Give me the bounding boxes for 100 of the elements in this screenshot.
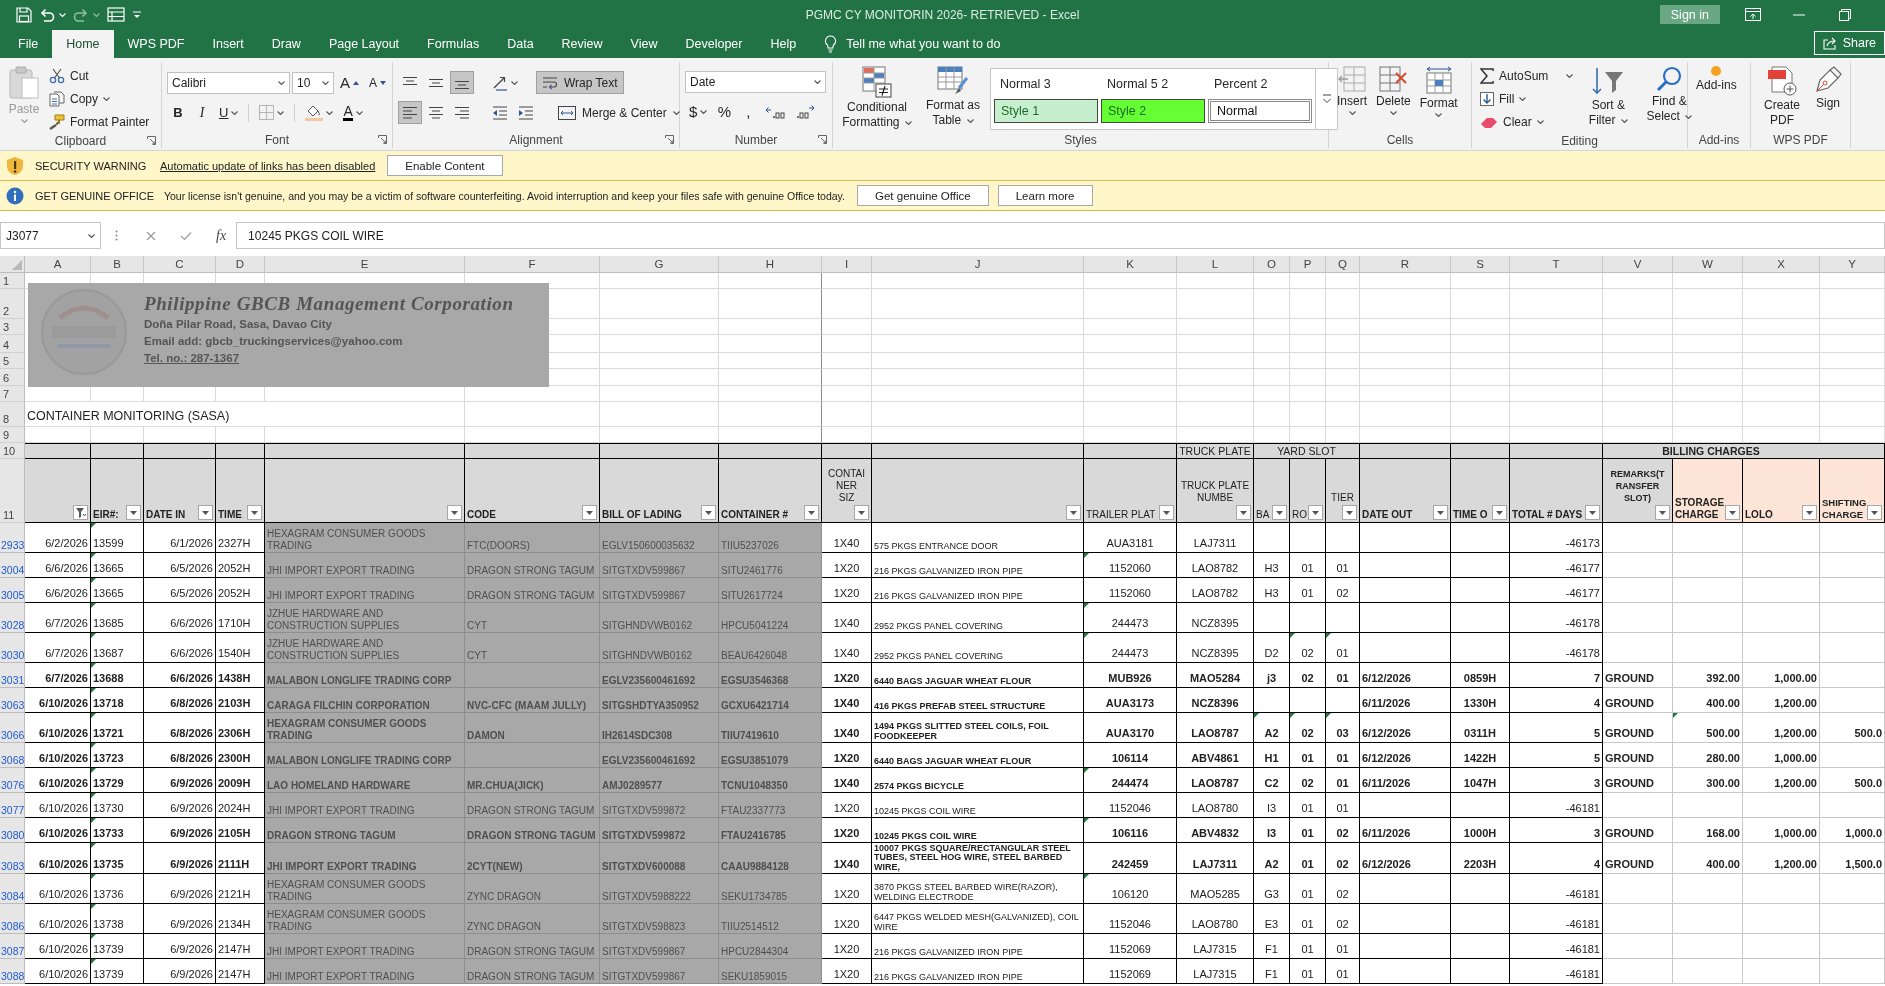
column-letter[interactable]: S [1451,256,1510,273]
row-number[interactable]: 3088 [0,959,25,985]
ribbon-tab[interactable]: View [616,30,672,58]
column-letter[interactable]: W [1673,256,1743,273]
row-number[interactable]: 5 [0,353,25,369]
row-number[interactable]: 4 [0,335,25,353]
column-letter[interactable]: F [465,256,600,273]
row-number[interactable]: 11 [0,459,25,523]
vertical-align-button[interactable] [450,71,474,94]
cell-style-button[interactable]: Percent 2 [1208,70,1312,97]
ribbon-tab[interactable]: WPS PDF [113,30,199,58]
row-number[interactable]: 3063 [0,688,25,713]
conditional-formatting-button[interactable]: Conditional Formatting [838,64,916,132]
share-button[interactable]: Share [1813,31,1885,55]
add-ins-button[interactable]: Add-ins [1693,64,1740,95]
currency-button[interactable]: $ [685,100,712,123]
clear-button[interactable]: Clear [1477,111,1577,133]
row-number[interactable]: 2 [0,289,25,319]
filter-button[interactable] [1725,505,1740,520]
column-letter[interactable]: P [1290,256,1326,273]
font-name-field[interactable]: Calibri [167,71,290,94]
filter-button[interactable] [1655,505,1670,520]
ribbon-tab[interactable]: File [4,30,53,58]
number-format-field[interactable]: Date [685,71,826,93]
insert-button[interactable]: Insert [1334,64,1370,117]
comma-style-button[interactable]: , [737,100,760,123]
cell-style-button[interactable]: Style 2 [1101,99,1205,123]
row-number[interactable]: 1 [0,273,25,289]
restore-icon[interactable] [1839,8,1851,21]
filter-button[interactable] [1342,505,1357,520]
launcher-icon[interactable] [665,135,674,144]
cut-button[interactable]: Cut [46,65,153,87]
bold-button[interactable]: B [167,101,189,124]
cell-style-button[interactable]: Normal 3 [994,70,1098,97]
row-number[interactable]: 6 [0,369,25,386]
launcher-icon[interactable] [818,135,827,144]
filter-button[interactable] [247,505,262,520]
filter-button[interactable] [1066,505,1081,520]
column-letter[interactable]: K [1084,256,1177,273]
row-number[interactable]: 3077 [0,793,25,818]
name-box[interactable]: J3077 [0,222,101,249]
customize-icon[interactable] [132,10,142,19]
row-number[interactable]: 8 [0,402,25,427]
ribbon-tab[interactable]: Draw [257,30,315,58]
filter-button[interactable] [1308,505,1323,520]
sort-filter-button[interactable]: Sort & Filter [1579,64,1638,130]
row-number[interactable]: 3066 [0,713,25,743]
cancel-icon[interactable] [146,230,156,241]
filter-button[interactable] [1433,505,1448,520]
cell-style-button[interactable]: Normal [1208,99,1312,123]
check-icon[interactable] [180,230,192,241]
ribbon-tab[interactable]: Data [493,30,548,58]
sign-button[interactable]: Sign [1811,64,1845,113]
column-letter[interactable]: X [1743,256,1820,273]
column-letter[interactable]: O [1254,256,1290,273]
filter-button[interactable] [1272,505,1287,520]
ribbon-tab[interactable]: Developer [671,30,757,58]
form-icon[interactable] [107,7,125,22]
ribbon-tab[interactable]: Insert [198,30,258,58]
filter-button[interactable] [1802,505,1817,520]
save-icon[interactable] [16,6,32,23]
ribbon-tab[interactable]: Help [756,30,811,58]
message-link[interactable]: Automatic update of links has been disabled [160,159,376,172]
create-pdf-button[interactable]: Create PDF [1756,64,1808,130]
column-letter[interactable]: B [91,256,144,273]
undo-icon[interactable] [39,7,55,22]
column-letter[interactable]: V [1603,256,1673,273]
underline-button[interactable]: U [215,101,243,124]
filter-button[interactable] [198,505,213,520]
tell-me-field[interactable]: Tell me what you want to do [846,37,1057,51]
filter-button[interactable] [447,505,462,520]
ribbon-tab[interactable]: Review [547,30,617,58]
row-number[interactable]: 3004 [0,553,25,578]
percent-button[interactable]: % [713,100,736,123]
font-color-button[interactable]: A [339,101,367,124]
row-number[interactable]: 3086 [0,904,25,935]
row-number[interactable]: 3084 [0,874,25,905]
filter-button[interactable] [582,505,597,520]
message-button[interactable]: Enable Content [387,155,503,176]
column-letter[interactable]: R [1360,256,1451,273]
row-number[interactable]: 3087 [0,934,25,960]
cell-style-button[interactable]: Normal 5 2 [1101,70,1205,97]
column-letter[interactable]: T [1510,256,1603,273]
decrease-font-size-button[interactable]: A [365,71,391,94]
delete-button[interactable]: Delete [1373,64,1414,117]
row-number[interactable]: 3028 [0,603,25,633]
column-letter[interactable]: A [25,256,91,273]
cell-style-button[interactable]: Style 1 [994,99,1098,123]
increase-font-size-button[interactable]: A [336,71,363,94]
filter-button[interactable] [701,505,716,520]
format-painter-button[interactable]: Format Painter [46,111,153,133]
message-button[interactable]: Get genuine Office [857,185,989,206]
row-number[interactable]: 7 [0,386,25,402]
message-button[interactable]: Learn more [997,185,1093,206]
column-letter[interactable]: Q [1326,256,1360,273]
filter-button[interactable] [126,505,141,520]
column-letter[interactable]: G [600,256,719,273]
column-letter[interactable]: L [1177,256,1254,273]
wrap-text-button[interactable]: Wrap Text [536,71,624,94]
row-number[interactable]: 2933 [0,523,25,553]
